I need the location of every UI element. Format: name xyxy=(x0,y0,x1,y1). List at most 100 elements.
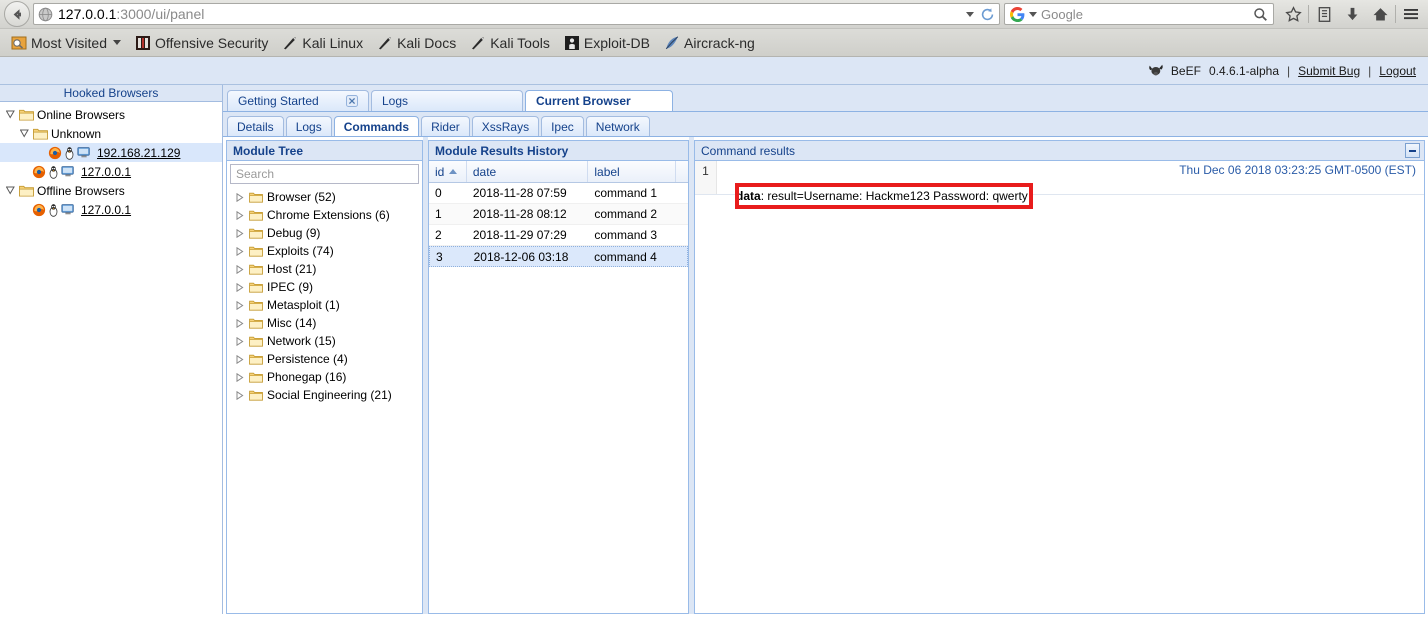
hooked-browsers-sidebar: Hooked Browsers Online Browsers Unknown … xyxy=(0,85,223,614)
tree-node-label: 127.0.0.1 xyxy=(81,202,132,217)
content-area: Getting Started Logs Current Browser Det… xyxy=(223,85,1428,614)
tab-getting-started[interactable]: Getting Started xyxy=(227,90,369,111)
search-engine-chevron-icon[interactable] xyxy=(1029,11,1037,17)
cell-date: 2018-12-06 03:18 xyxy=(473,249,569,264)
tree-node-offline-browsers[interactable]: Offline Browsers xyxy=(0,181,222,200)
column-header-id[interactable]: id xyxy=(429,161,467,182)
column-header-date[interactable]: date xyxy=(467,161,589,182)
bookmark-exploit-db[interactable]: Exploit-DB xyxy=(557,33,657,53)
module-tree-item-persistence[interactable]: Persistence (4) xyxy=(227,350,422,368)
expand-arrow-icon[interactable] xyxy=(235,246,245,256)
tree-node-host-192-168-21-129[interactable]: 192.168.21.129 xyxy=(0,143,222,162)
expand-arrow-icon[interactable] xyxy=(235,300,245,310)
cell-filler xyxy=(676,204,688,224)
module-tree-item-browser[interactable]: Browser (52) xyxy=(227,188,422,206)
linux-penguin-icon xyxy=(65,146,74,160)
tab-rider[interactable]: Rider xyxy=(421,116,470,136)
expand-arrow-icon[interactable] xyxy=(235,228,245,238)
hamburger-menu-icon[interactable] xyxy=(1398,2,1424,26)
command-result-row[interactable]: 1 Thu Dec 06 2018 03:23:25 GMT-0500 (EST… xyxy=(695,161,1424,209)
expand-arrow-icon[interactable] xyxy=(235,336,245,346)
home-icon[interactable] xyxy=(1367,2,1393,26)
folder-icon xyxy=(249,264,263,275)
expand-arrow-icon[interactable] xyxy=(18,129,30,138)
expand-arrow-icon[interactable] xyxy=(235,192,245,202)
tab-logs[interactable]: Logs xyxy=(285,116,332,136)
chevron-down-icon[interactable] xyxy=(113,40,121,45)
tab-details[interactable]: Details xyxy=(227,116,284,136)
module-search-wrapper xyxy=(227,161,422,187)
bookmark-offensive-security[interactable]: Offensive Security xyxy=(128,33,275,53)
logout-link[interactable]: Logout xyxy=(1379,64,1416,78)
results-grid-header: id date label xyxy=(429,161,688,183)
module-tree-item-misc[interactable]: Misc (14) xyxy=(227,314,422,332)
tree-node-host-127-0-0-1-offline[interactable]: 127.0.0.1 xyxy=(0,200,222,219)
tab-ipec[interactable]: Ipec xyxy=(541,116,584,136)
table-row[interactable]: 0 2018-11-28 07:59 command 1 xyxy=(429,183,688,204)
module-tree-item-exploits[interactable]: Exploits (74) xyxy=(227,242,422,260)
module-tree-item-ipec[interactable]: IPEC (9) xyxy=(227,278,422,296)
tab-xssrays[interactable]: XssRays xyxy=(471,116,540,136)
cell-filler xyxy=(675,247,687,266)
tree-node-unknown[interactable]: Unknown xyxy=(0,124,222,143)
expand-arrow-icon[interactable] xyxy=(235,264,245,274)
bookmark-aircrack-ng[interactable]: Aircrack-ng xyxy=(657,33,762,53)
expand-arrow-icon[interactable] xyxy=(235,210,245,220)
hooked-browsers-tree: Online Browsers Unknown 192.168.21.129 1… xyxy=(0,102,222,219)
expand-arrow-icon[interactable] xyxy=(4,186,16,195)
close-icon[interactable] xyxy=(334,95,358,107)
module-tree-item-network[interactable]: Network (15) xyxy=(227,332,422,350)
aircrack-ng-icon xyxy=(665,35,679,49)
expand-arrow-icon[interactable] xyxy=(235,354,245,364)
bookmarks-bar: Most Visited Offensive Security Kali Lin… xyxy=(0,28,1428,56)
bookmark-most-visited[interactable]: Most Visited xyxy=(4,33,128,53)
table-row[interactable]: 3 2018-12-06 03:18 command 4 xyxy=(429,246,688,267)
cell-label: command 1 xyxy=(594,186,658,200)
bookmark-kali-linux[interactable]: Kali Linux xyxy=(275,33,370,53)
collapse-minus-icon[interactable] xyxy=(1405,143,1420,158)
module-tree-item-host[interactable]: Host (21) xyxy=(227,260,422,278)
column-header-label-col[interactable]: label xyxy=(588,161,676,182)
table-row[interactable]: 1 2018-11-28 08:12 command 2 xyxy=(429,204,688,225)
tree-node-host-127-0-0-1-online[interactable]: 127.0.0.1 xyxy=(0,162,222,181)
bookmark-kali-tools[interactable]: Kali Tools xyxy=(463,33,557,53)
expand-arrow-icon[interactable] xyxy=(235,318,245,328)
bookmark-label: Offensive Security xyxy=(155,34,269,51)
table-row[interactable]: 2 2018-11-29 07:29 command 3 xyxy=(429,225,688,246)
module-tree-item-chrome-extensions[interactable]: Chrome Extensions (6) xyxy=(227,206,422,224)
search-bar[interactable]: Google xyxy=(1004,3,1274,25)
module-search-input[interactable] xyxy=(230,164,419,184)
tree-node-label: 127.0.0.1 xyxy=(81,164,132,179)
bookmark-kali-docs[interactable]: Kali Docs xyxy=(370,33,463,53)
reload-icon[interactable] xyxy=(980,7,995,22)
star-icon[interactable] xyxy=(1280,2,1306,26)
tab-network[interactable]: Network xyxy=(585,116,650,136)
tab-logs[interactable]: Logs xyxy=(371,90,523,111)
expand-arrow-icon[interactable] xyxy=(4,110,16,119)
expand-arrow-icon[interactable] xyxy=(235,390,245,400)
chevron-down-icon[interactable] xyxy=(966,11,974,17)
library-icon[interactable] xyxy=(1311,2,1337,26)
module-tree-item-metasploit[interactable]: Metasploit (1) xyxy=(227,296,422,314)
folder-icon xyxy=(249,282,263,293)
url-bar[interactable]: 127.0.0.1:3000/ui/panel xyxy=(33,3,1000,25)
main-row: Hooked Browsers Online Browsers Unknown … xyxy=(0,85,1428,614)
search-engine-selector[interactable] xyxy=(1010,6,1037,22)
expand-arrow-icon[interactable] xyxy=(235,282,245,292)
module-tree-item-debug[interactable]: Debug (9) xyxy=(227,224,422,242)
magnifier-icon[interactable] xyxy=(1253,7,1268,22)
tree-node-label: Unknown xyxy=(51,126,102,141)
linux-penguin-icon xyxy=(49,165,58,179)
tab-current-browser[interactable]: Current Browser xyxy=(525,90,673,111)
download-icon[interactable] xyxy=(1339,2,1365,26)
command-result-timestamp: Thu Dec 06 2018 03:23:25 GMT-0500 (EST) xyxy=(1179,163,1416,177)
folder-icon xyxy=(249,210,263,221)
module-tree-item-social-engineering[interactable]: Social Engineering (21) xyxy=(227,386,422,404)
back-button[interactable] xyxy=(4,1,30,27)
search-input[interactable]: Google xyxy=(1037,7,1253,22)
tab-commands[interactable]: Commands xyxy=(333,116,420,136)
module-tree-item-phonegap[interactable]: Phonegap (16) xyxy=(227,368,422,386)
submit-bug-link[interactable]: Submit Bug xyxy=(1298,64,1360,78)
expand-arrow-icon[interactable] xyxy=(235,372,245,382)
tree-node-online-browsers[interactable]: Online Browsers xyxy=(0,105,222,124)
